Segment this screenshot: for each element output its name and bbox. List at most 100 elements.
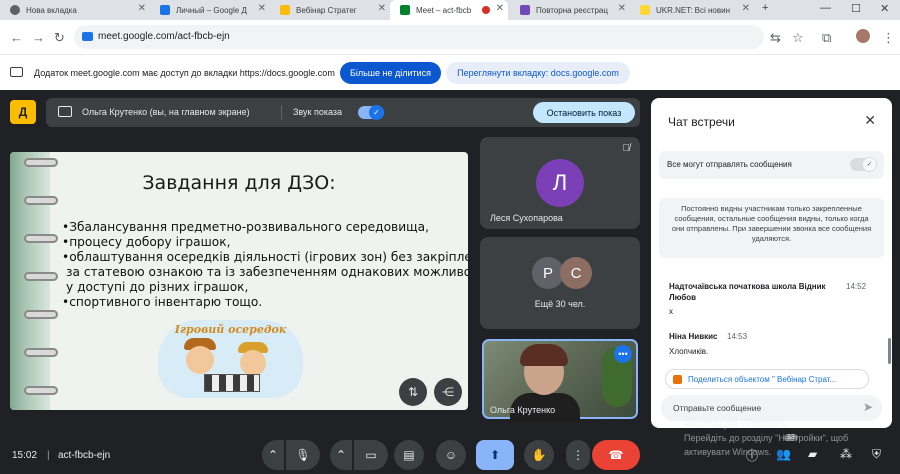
close-window-icon[interactable]: ✕ xyxy=(880,2,889,15)
mic-icon[interactable]: 🎙 xyxy=(286,440,320,470)
self-video-tile[interactable]: ••• Ольга Крутенко xyxy=(480,337,640,423)
emoji-icon[interactable]: ☺ xyxy=(436,440,466,470)
avatar: Л xyxy=(536,159,584,207)
more-options-icon[interactable]: ••• xyxy=(614,345,632,363)
url-text[interactable]: meet.google.com/act-fbcb-ejn xyxy=(98,31,230,42)
forward-icon[interactable]: → xyxy=(32,30,45,45)
participant-tile[interactable]: 🎙̸ Л Леся Сухопарова xyxy=(480,137,640,229)
more-options-icon[interactable]: ⋮ xyxy=(566,440,590,470)
present-screen-icon[interactable]: ⬆ xyxy=(476,440,514,470)
slide-line: •спортивного інвентарю тощо. xyxy=(62,295,263,309)
binder-ring xyxy=(24,196,58,205)
address-bar[interactable]: meet.google.com/act-fbcb-ejn xyxy=(74,25,764,49)
slide-body: •Збалансування предметно-розвивального с… xyxy=(62,220,468,310)
menu-icon[interactable]: ⋮ xyxy=(882,30,895,46)
close-icon[interactable]: ✕ xyxy=(618,3,626,14)
watermark-line: активувати Windows. xyxy=(684,447,772,457)
switch-tab-button[interactable]: Переглянути вкладку: docs.google.com xyxy=(446,62,630,84)
forms-icon xyxy=(520,5,530,15)
maximize-icon[interactable]: ☐ xyxy=(851,2,861,15)
child-figure xyxy=(240,350,266,376)
presenting-banner: Ольга Крутенко (вы, на главном экране) З… xyxy=(46,98,640,127)
tab-label: Вебінар Стратег xyxy=(296,5,357,15)
meet-icon xyxy=(400,5,410,15)
presenter-name: Ольга Крутенко (вы, на главном экране) xyxy=(82,107,250,117)
browser-tab-strip: Нова вкладка ✕ Личный – Google Д ✕ Вебін… xyxy=(0,0,900,20)
profile-avatar[interactable] xyxy=(856,29,870,43)
close-icon[interactable]: ✕ xyxy=(742,3,750,14)
bookmark-star-icon[interactable]: ☆ xyxy=(792,30,804,46)
close-icon[interactable]: ✕ xyxy=(864,112,876,129)
message-time: 14:52 xyxy=(846,282,867,291)
meet-logo-icon: Д xyxy=(10,100,36,124)
reload-icon[interactable]: ↻ xyxy=(54,30,65,46)
share-sound-toggle[interactable]: ✓ xyxy=(358,105,384,120)
camera-options-chevron-icon[interactable]: ⌃ xyxy=(330,440,352,470)
windows-activation-watermark: Активация Windows Перейдіть до розділу "… xyxy=(684,417,848,459)
chat-message-input[interactable] xyxy=(673,401,843,415)
drive-icon xyxy=(160,5,170,15)
close-icon[interactable]: ✕ xyxy=(258,3,266,14)
share-object-chip[interactable]: Поделиться объектом " Вебінар Страт... xyxy=(665,369,869,389)
tab-webinar[interactable]: Вебінар Стратег ✕ xyxy=(270,0,390,20)
separator: | xyxy=(47,450,50,461)
close-icon[interactable]: ✕ xyxy=(496,3,504,14)
screen-share-icon xyxy=(10,67,23,77)
slide-line: у доступі до різних іграшок, xyxy=(66,280,249,294)
mic-options-chevron-icon[interactable]: ⌃ xyxy=(262,440,284,470)
binder-ring xyxy=(24,272,58,281)
check-icon: ✓ xyxy=(369,105,384,120)
chat-permission-toggle[interactable]: ✓ xyxy=(850,157,877,172)
minimize-icon[interactable]: — xyxy=(820,2,831,14)
slide-line: •Збалансування предметно-розвивального с… xyxy=(62,220,429,234)
slide-line: •облаштування осередків діяльності (ігро… xyxy=(62,250,468,264)
present-screen-icon xyxy=(58,106,72,117)
more-participants-tile[interactable]: Р С Ещё 30 чел. xyxy=(480,237,640,329)
tab-registration[interactable]: Повторна реєстрац ✕ xyxy=(510,0,630,20)
host-controls-icon[interactable]: ⛨ xyxy=(872,447,881,462)
tab-new-tab[interactable]: Нова вкладка ✕ xyxy=(0,0,150,20)
tab-sharing-notice: Додаток meet.google.com має доступ до вк… xyxy=(0,54,900,90)
recording-icon xyxy=(482,6,490,14)
close-icon[interactable]: ✕ xyxy=(378,3,386,14)
child-figure xyxy=(186,346,214,374)
message-text: Хлопчиків. xyxy=(669,347,709,356)
message-sender: Надточаївська початкова школа Відник xyxy=(669,282,826,291)
clock: 15:02 xyxy=(12,450,38,461)
send-icon[interactable]: ➤ xyxy=(863,400,873,414)
message-sender: Любов xyxy=(669,293,697,302)
camera-icon[interactable]: ▭ xyxy=(354,440,388,470)
reorder-icon[interactable]: ⇅ xyxy=(399,378,427,406)
slides-icon xyxy=(280,5,290,15)
new-tab-button[interactable]: + xyxy=(762,2,768,14)
chat-panel: Чат встречи ✕ Все могут отправлять сообщ… xyxy=(651,98,892,428)
close-icon[interactable]: ✕ xyxy=(138,3,146,14)
captions-icon[interactable]: ▤ xyxy=(394,440,424,470)
tab-label: Повторна реєстрац xyxy=(536,5,608,15)
illustration-caption: Ігровий осередок xyxy=(174,323,287,336)
raise-hand-icon[interactable]: ✋ xyxy=(524,440,554,470)
translate-icon[interactable]: ⇆ xyxy=(770,30,781,46)
chat-permission-row: Все могут отправлять сообщения ✓ xyxy=(659,151,884,179)
slides-icon xyxy=(673,375,682,384)
leave-call-button[interactable]: ☎ xyxy=(592,440,640,470)
chat-scrollbar[interactable] xyxy=(888,338,891,364)
extensions-icon[interactable]: ⧉ xyxy=(822,30,831,46)
person-hair xyxy=(520,344,568,366)
slide-title: Завдання для ДЗО: xyxy=(142,172,336,194)
ukrnet-icon xyxy=(640,5,650,15)
meet-site-icon xyxy=(82,32,93,41)
stop-sharing-button[interactable]: Більше не ділитися xyxy=(340,62,441,84)
presented-slide: Завдання для ДЗО: •Збалансування предмет… xyxy=(10,152,468,410)
tab-ukrnet[interactable]: UKR.NET: Всі новин ✕ xyxy=(630,0,754,20)
binder-ring xyxy=(24,348,58,357)
share-icon[interactable]: ⋲ xyxy=(434,378,462,406)
more-participants-label: Ещё 30 чел. xyxy=(534,299,586,309)
stop-presenting-button[interactable]: Остановить показ xyxy=(533,102,635,123)
tab-label: Meet – act-fbcb xyxy=(416,5,472,15)
sound-label: Звук показа xyxy=(293,107,343,117)
tab-google-drive[interactable]: Личный – Google Д ✕ xyxy=(150,0,270,20)
participant-name: Ольга Крутенко xyxy=(490,405,556,415)
tab-meet[interactable]: Meet – act-fbcb ✕ xyxy=(390,0,508,20)
back-icon[interactable]: ← xyxy=(10,30,23,45)
